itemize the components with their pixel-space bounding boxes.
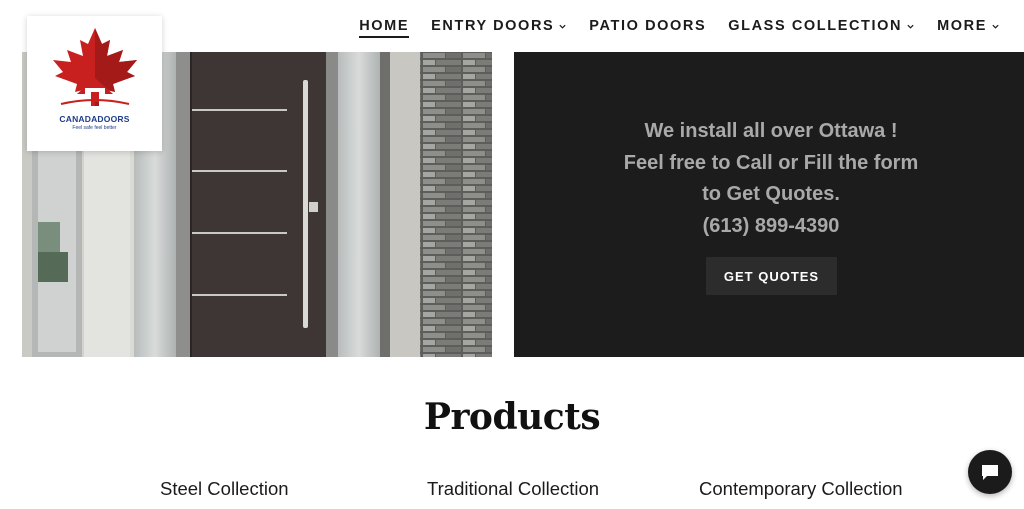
hero-line: to Get Quotes. [702,183,840,205]
collection-contemporary[interactable]: Contemporary Collection [699,478,903,500]
nav-item-label: HOME [359,18,410,34]
nav-item-glass-collection[interactable]: GLASS COLLECTION [728,18,915,38]
chevron-down-icon [992,24,999,29]
chevron-down-icon [907,24,914,29]
maple-leaf-house-icon [52,28,137,106]
nav-item-home[interactable]: HOME [359,18,410,38]
nav-item-patio-doors[interactable]: PATIO DOORS [589,18,706,38]
chat-bubble-icon [982,465,998,480]
chevron-down-icon [559,24,566,29]
nav-item-entry-doors[interactable]: ENTRY DOORS [431,18,567,38]
hero-line: Feel free to Call or Fill the form [623,151,919,174]
nav-item-label: GLASS COLLECTION [728,18,903,34]
logo-name: CANADADOORS [59,114,130,124]
nav-item-label: ENTRY DOORS [431,18,555,34]
collection-steel[interactable]: Steel Collection [160,478,289,500]
nav-item-label: PATIO DOORS [589,18,707,34]
nav-item-label: MORE [937,18,987,34]
site-logo[interactable]: CANADADOORS Feel safe feel better [27,16,162,151]
collection-traditional[interactable]: Traditional Collection [427,478,599,500]
hero-phone[interactable]: (613) 899-4390 [514,211,1024,243]
main-nav: HOME ENTRY DOORS PATIO DOORS GLASS COLLE… [359,18,1000,38]
hero-line: We install all over Ottawa ! [644,120,898,142]
hero-text: We install all over Ottawa ! Feel free t… [514,116,1024,242]
logo-tagline: Feel safe feel better [72,125,117,131]
hero-panel: We install all over Ottawa ! Feel free t… [514,52,1024,357]
products-title: Products [423,396,601,438]
get-quotes-button[interactable]: GET QUOTES [706,257,837,295]
nav-item-more[interactable]: MORE [937,18,1000,38]
chat-button[interactable] [968,450,1012,494]
